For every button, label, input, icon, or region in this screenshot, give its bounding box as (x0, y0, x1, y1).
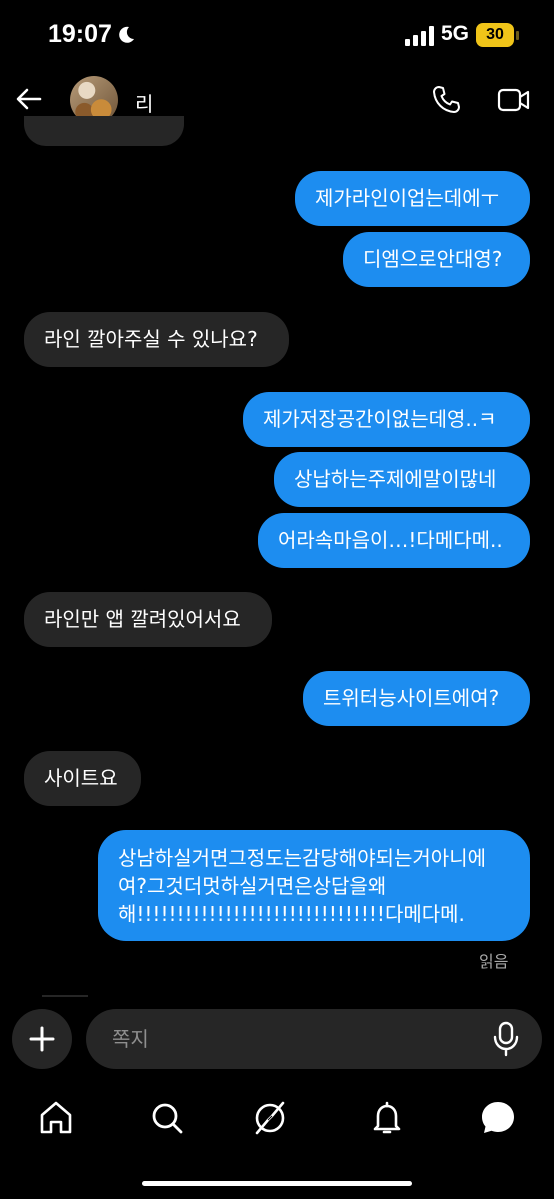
status-time: 19:07 (48, 20, 112, 48)
notifications-icon[interactable] (367, 1098, 407, 1138)
add-attachment-button[interactable] (12, 1009, 72, 1069)
moon-icon (119, 26, 134, 43)
home-indicator (142, 1181, 412, 1186)
home-icon[interactable] (36, 1098, 76, 1138)
status-bar: 19:07 5G 30 (0, 0, 554, 70)
message-bubble-outgoing[interactable]: 상납하는주제에말이많네 (274, 452, 530, 507)
plus-icon (29, 1026, 55, 1052)
battery-tip (516, 31, 519, 40)
message-input[interactable] (110, 1024, 474, 1054)
battery-level: 30 (486, 26, 504, 43)
previous-message-bubble (24, 116, 184, 146)
back-arrow-icon[interactable] (14, 84, 44, 114)
message-bubble-outgoing[interactable]: 제가저장공간이없는데영..ㅋ (243, 392, 530, 447)
microphone-icon[interactable] (492, 1021, 520, 1057)
message-text: 트위터능사이트에여? (323, 686, 500, 710)
message-composer (0, 1007, 554, 1071)
messages-icon[interactable] (478, 1098, 518, 1138)
phone-icon[interactable] (430, 84, 462, 116)
battery-icon: 30 (476, 23, 514, 47)
message-text: 상남하실거면그정도는감당해야되는거아니에여?그것더멋하실거면은상답을왜해!!!!… (118, 846, 486, 926)
message-text: 디엠으로안대영? (363, 247, 503, 271)
message-text: 라인 깔아주실 수 있나요? (44, 327, 258, 351)
explore-icon[interactable] (250, 1098, 290, 1138)
message-bubble-outgoing[interactable]: 제가라인이업는데에ㅜ (295, 171, 530, 226)
message-text: 제가저장공간이없는데영..ㅋ (263, 407, 497, 431)
divider (42, 995, 88, 997)
cellular-signal-icon (405, 26, 434, 46)
message-bubble-incoming[interactable]: 사이트요 (24, 751, 141, 806)
message-text: 어라속마음이…!다메다메.. (278, 528, 503, 552)
message-bubble-outgoing[interactable]: 상남하실거면그정도는감당해야되는거아니에여?그것더멋하실거면은상답을왜해!!!!… (98, 830, 530, 941)
message-bubble-outgoing[interactable]: 어라속마음이…!다메다메.. (258, 513, 530, 568)
search-icon[interactable] (147, 1098, 187, 1138)
message-text: 상납하는주제에말이많네 (294, 467, 497, 491)
message-text: 제가라인이업는데에ㅜ (315, 186, 499, 210)
message-bubble-outgoing[interactable]: 디엠으로안대영? (343, 232, 530, 287)
message-bubble-outgoing[interactable]: 트위터능사이트에여? (303, 671, 530, 726)
bottom-tab-bar (0, 1088, 554, 1148)
message-bubble-incoming[interactable]: 라인만 앱 깔려있어서요 (24, 592, 272, 647)
read-receipt: 읽음 (479, 952, 509, 971)
message-text: 라인만 앱 깔려있어서요 (44, 607, 241, 631)
contact-name[interactable]: 리 (135, 88, 153, 117)
network-type: 5G (441, 22, 470, 45)
message-text: 사이트요 (44, 766, 118, 790)
video-camera-icon[interactable] (497, 86, 531, 114)
message-bubble-incoming[interactable]: 라인 깔아주실 수 있나요? (24, 312, 289, 367)
